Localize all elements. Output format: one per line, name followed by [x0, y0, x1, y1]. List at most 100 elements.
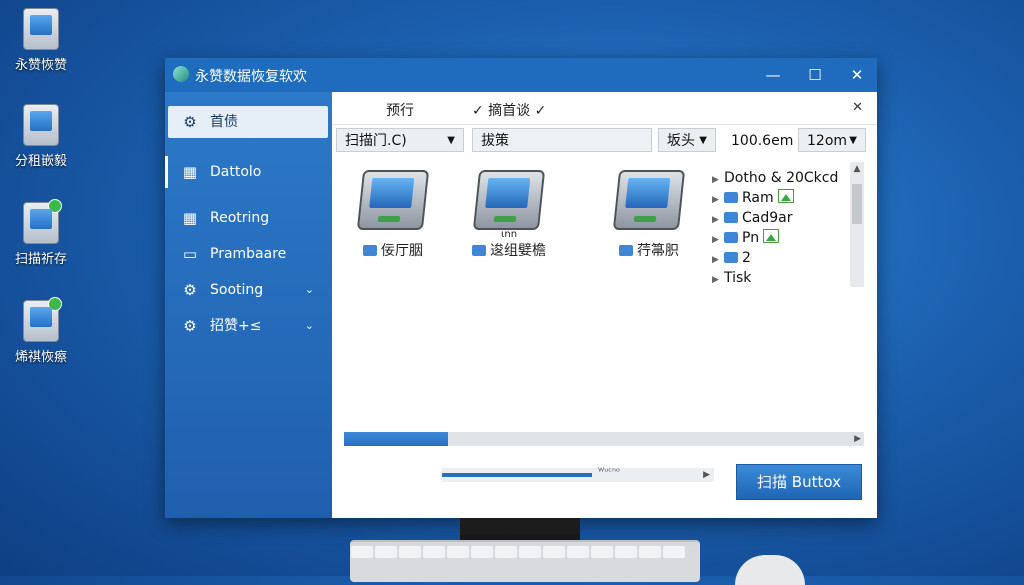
app-window: 永赞数据恢复软欢 — ☐ ✕ ⚙ 首债 ▦ Dattolo ▦ Reotring… [165, 58, 877, 518]
file-label: 佞厅胭 [381, 243, 423, 259]
gear-icon: ⚙ [183, 281, 197, 299]
tree-item-label: Tisk [724, 270, 752, 286]
title-bar: 永赞数据恢复软欢 — ☐ ✕ [165, 58, 877, 92]
dropdown-arrow-icon: ▼ [849, 135, 857, 146]
desktop-icon-label: 烯祺恢瘵 [14, 350, 67, 365]
search-field[interactable]: 拔策 [472, 128, 652, 152]
scroll-up-icon[interactable]: ▲ [850, 164, 864, 174]
image-icon [763, 229, 780, 243]
window-title: 永赞数据恢复软欢 [195, 69, 307, 85]
drive-icon [23, 297, 62, 342]
tree-item[interactable]: ▶ 2 [712, 248, 852, 268]
sort-select-value: 坂头 [667, 133, 695, 149]
maximize-button[interactable]: ☐ [803, 64, 827, 86]
expand-icon[interactable]: ▶ [712, 210, 724, 230]
sort-select[interactable]: 坂头 ▼ [658, 128, 716, 152]
sidebar-item-prambaare[interactable]: ▭ Prambaare [168, 238, 328, 270]
file-label: 逡组嬖檐 [490, 243, 546, 259]
scroll-thumb[interactable] [852, 184, 862, 224]
grid-icon: ▦ [182, 209, 198, 227]
folder-tree: ▶ Dotho & 20Ckcd ▶ Ram ▶ Cad9ar ▶ Pn ▶ 2 ▶ Tis… [712, 168, 852, 288]
tree-item[interactable]: ▶ Pn [712, 228, 852, 248]
sidebar-item-label: Reotring [210, 210, 270, 226]
size-select-value: 12om [807, 133, 848, 149]
file-item[interactable]: ιnn 逡组嬖檐 [454, 162, 564, 260]
file-caption: ιnn [500, 229, 518, 240]
vertical-scrollbar[interactable]: ▲ [850, 162, 864, 287]
desktop-icon-scan[interactable]: 扫描祈存 [8, 199, 74, 267]
badge-icon [48, 297, 62, 311]
size-value-text: 100.6em [731, 133, 794, 149]
folder-icon [724, 192, 738, 203]
sidebar-item-dattolo[interactable]: ▦ Dattolo [165, 156, 328, 188]
desktop-icon-label: 分租嵌毅 [14, 154, 67, 169]
sidebar-item-sooting[interactable]: ⚙ Sooting ⌄ [168, 274, 328, 306]
scan-button[interactable]: 扫描 Buttox [736, 464, 862, 500]
tree-item-label: Cad9ar [742, 210, 793, 226]
tree-item[interactable]: ▶ Cad9ar [712, 208, 852, 228]
horizontal-scrollbar[interactable]: ▶ [344, 432, 864, 446]
tree-item[interactable]: ▶ Ram [712, 188, 852, 208]
scan-select[interactable]: 扫描门.C) ▼ [336, 128, 464, 152]
desktop-icon-label: 永赞恢赞 [14, 58, 67, 73]
tree-item[interactable]: ▶ Tisk [712, 268, 852, 288]
horizontal-scroll-thumb[interactable] [344, 432, 448, 446]
chevron-down-icon[interactable]: ⌄ [305, 274, 314, 306]
tree-item[interactable]: ▶ Dotho & 20Ckcd [712, 168, 852, 188]
desktop-icon-label: 扫描祈存 [14, 252, 67, 267]
dropdown-arrow-icon: ▼ [699, 135, 707, 146]
progress-arrow-icon: ▶ [703, 470, 710, 480]
folder-icon [619, 245, 633, 256]
tree-item-label: 2 [742, 250, 751, 266]
expand-icon[interactable]: ▶ [712, 190, 724, 210]
size-select[interactable]: 12om ▼ [798, 128, 866, 152]
desktop-icon-partition[interactable]: 分租嵌毅 [8, 104, 74, 169]
scroll-right-icon[interactable]: ▶ [854, 432, 861, 446]
scan-progress-bar: ᵂᵘᶜⁿᵒ ▶ [442, 467, 714, 482]
hard-drive-icon [472, 170, 546, 230]
sidebar-item-settings[interactable]: ⚙ 招赞+≤ ⌄ [168, 310, 328, 342]
folder-icon [724, 232, 738, 243]
progress-caption: ᵂᵘᶜⁿᵒ [598, 467, 621, 478]
gear-icon: ⚙ [183, 113, 197, 131]
sidebar: ⚙ 首债 ▦ Dattolo ▦ Reotring ▭ Prambaare ⚙ … [165, 92, 332, 518]
expand-icon[interactable]: ▶ [712, 230, 724, 250]
tab-bar: 预行 ✓ 摘首谈 ✓ ✕ [332, 92, 877, 125]
progress-fill [442, 473, 592, 477]
folder-icon [724, 252, 738, 263]
hard-drive-icon [612, 170, 686, 230]
expand-icon[interactable]: ▶ [712, 270, 724, 290]
drive-icon [23, 8, 59, 50]
file-grid: 佞厅胭 ιnn 逡组嬖檐 荇箒胑 [332, 162, 702, 382]
content-pane: 预行 ✓ 摘首谈 ✓ ✕ 扫描门.C) ▼ 拔策 坂头 ▼ 100.6em 12… [332, 92, 877, 518]
toolbar: 扫描门.C) ▼ 拔策 坂头 ▼ 100.6em 12om ▼ [332, 125, 877, 155]
gear-icon: ⚙ [183, 317, 197, 335]
minimize-button[interactable]: — [761, 64, 785, 86]
sidebar-item-label: Dattolo [210, 164, 262, 180]
file-label: 荇箒胑 [637, 243, 679, 259]
close-button[interactable]: ✕ [845, 64, 869, 86]
folder-icon [724, 212, 738, 223]
sidebar-item-label: Sooting [210, 282, 264, 298]
tab-preview[interactable]: 预行 [386, 100, 414, 120]
folder-icon [472, 245, 486, 256]
sidebar-item-reotring[interactable]: ▦ Reotring [168, 202, 328, 234]
search-field-value: 拔策 [481, 133, 509, 149]
badge-icon [48, 199, 62, 213]
app-logo-icon [173, 66, 189, 82]
file-item[interactable]: 佞厅胭 [338, 162, 448, 260]
desktop-icon-restore[interactable]: 烯祺恢瘵 [8, 297, 74, 365]
drive-icon [23, 104, 59, 146]
tab-close-icon[interactable]: ✕ [852, 100, 863, 115]
desktop-icon-recovery[interactable]: 永赞恢赞 [8, 8, 74, 73]
dropdown-arrow-icon: ▼ [447, 135, 455, 146]
chevron-down-icon[interactable]: ⌄ [305, 310, 314, 342]
tab-summary[interactable]: ✓ 摘首谈 ✓ [472, 100, 546, 120]
sidebar-item-home[interactable]: ⚙ 首债 [168, 106, 328, 138]
file-item[interactable]: 荇箒胑 [594, 162, 704, 260]
mouse [735, 555, 805, 585]
sidebar-item-label: 首债 [210, 114, 238, 130]
scan-select-value: 扫描门.C) [345, 133, 407, 149]
expand-icon[interactable]: ▶ [712, 250, 724, 270]
expand-icon[interactable]: ▶ [712, 170, 724, 190]
